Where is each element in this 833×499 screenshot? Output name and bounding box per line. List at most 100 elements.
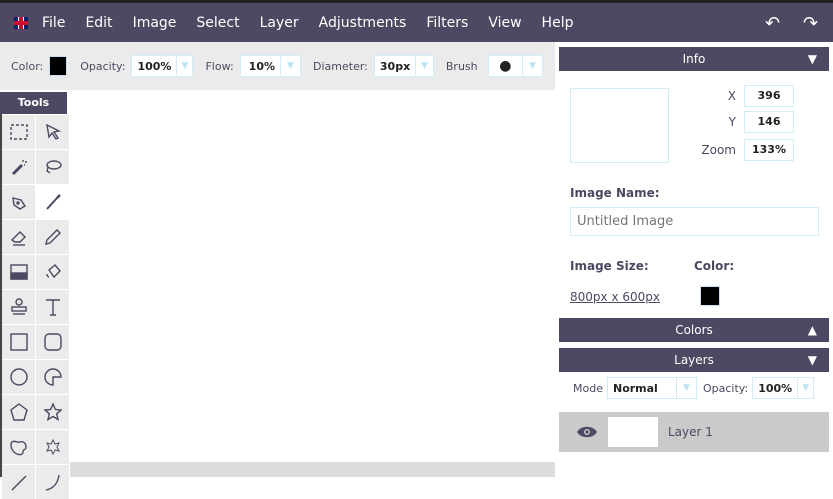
opacity-label: Opacity: (80, 59, 126, 73)
menu-filters[interactable]: Filters (426, 15, 468, 31)
mode-label: Mode (573, 381, 603, 395)
layer-thumbnail (608, 417, 658, 447)
menu-layer[interactable]: Layer (260, 15, 299, 31)
tool-lasso[interactable] (36, 150, 69, 184)
brush-circle-icon: ● (499, 58, 512, 74)
tools-title: Tools (0, 92, 67, 114)
menu-help[interactable]: Help (542, 15, 574, 31)
layers-title: Layers (674, 353, 714, 367)
tool-blob[interactable] (2, 430, 35, 464)
circle-icon (9, 368, 28, 386)
x-label: X (727, 89, 736, 103)
tool-select[interactable] (2, 115, 35, 149)
curve-icon (45, 474, 60, 491)
chevron-down-icon: ▼ (522, 56, 542, 76)
image-size-link[interactable]: 800px x 600px (570, 290, 660, 304)
menu-select[interactable]: Select (196, 15, 239, 31)
chevron-down-icon: ▼ (415, 56, 433, 76)
tool-gradient[interactable] (2, 255, 35, 289)
flow-value: 10% (248, 59, 276, 73)
flow-select[interactable]: 10% ▼ (239, 55, 302, 77)
tool-star[interactable] (36, 395, 69, 429)
menubar: File Edit Image Select Layer Adjustments… (0, 3, 833, 42)
paint-bucket-icon (45, 264, 61, 279)
tool-pencil[interactable] (36, 220, 69, 254)
stamp-icon (10, 298, 27, 315)
layer-opacity-label: Opacity: (702, 381, 749, 395)
tool-pointer[interactable] (36, 115, 69, 149)
layer-name: Layer 1 (668, 425, 713, 439)
menu-adjustments[interactable]: Adjustments (319, 15, 407, 31)
tool-rounded-rectangle[interactable] (36, 325, 69, 359)
collapse-down-icon[interactable]: ▼ (808, 348, 817, 372)
tool-brush[interactable] (36, 185, 69, 219)
chevron-down-icon: ▼ (675, 378, 696, 398)
eye-icon[interactable] (576, 425, 598, 439)
tool-pentagon[interactable] (2, 395, 35, 429)
y-label: Y (728, 115, 736, 129)
menu-edit[interactable]: Edit (85, 15, 112, 31)
collapse-down-icon[interactable]: ▼ (808, 47, 817, 71)
tool-text[interactable] (36, 290, 69, 324)
tool-magic-wand[interactable] (2, 150, 35, 184)
pencil-icon (44, 229, 61, 245)
x-value: 396 (744, 85, 794, 107)
rectangle-icon (9, 333, 28, 351)
blend-mode-select[interactable]: Normal ▼ (606, 377, 697, 399)
chevron-down-icon: ▼ (280, 56, 300, 76)
colors-title: Colors (675, 323, 713, 337)
brush-icon (45, 194, 61, 210)
flow-label: Flow: (205, 59, 234, 73)
opacity-select[interactable]: 100% ▼ (131, 55, 194, 77)
layer-options: Mode Normal ▼ Opacity: 100% ▼ (559, 377, 829, 399)
menu-view[interactable]: View (488, 15, 521, 31)
image-name-label: Image Name: (570, 186, 660, 200)
uk-flag-icon[interactable] (14, 16, 28, 29)
tool-rectangle[interactable] (2, 325, 35, 359)
right-panel: Info ▼ X 396 Y 146 Zoom 133% Image Name: Ima… (559, 47, 829, 452)
pie-icon (43, 368, 62, 386)
color-swatch[interactable] (49, 56, 68, 76)
info-panel-header[interactable]: Info ▼ (559, 47, 829, 71)
gradient-icon (9, 264, 28, 280)
marquee-select-icon (9, 124, 28, 140)
collapse-up-icon[interactable]: ▲ (808, 318, 817, 342)
tool-fill[interactable] (36, 255, 69, 289)
layer-item[interactable]: Layer 1 (559, 412, 829, 452)
menu-image[interactable]: Image (133, 15, 177, 31)
tool-pen[interactable] (2, 185, 35, 219)
tool-stamp[interactable] (2, 290, 35, 324)
color-swatch[interactable] (700, 286, 720, 306)
undo-icon[interactable]: ↶ (765, 13, 780, 34)
diameter-select[interactable]: 30px ▼ (373, 55, 434, 77)
burst-star-icon (45, 438, 60, 456)
tool-ellipse[interactable] (2, 360, 35, 394)
brush-select[interactable]: ● ▼ (487, 55, 543, 77)
tool-burst[interactable] (36, 430, 69, 464)
layer-opacity-select[interactable]: 100% ▼ (752, 377, 815, 399)
y-coord: Y 146 (689, 111, 794, 133)
y-value: 146 (744, 111, 794, 133)
tool-eraser[interactable] (2, 220, 35, 254)
tool-options-bar: Color: Opacity: 100% ▼ Flow: 10% ▼ Diamete… (0, 42, 555, 90)
zoom-label: Zoom (701, 143, 736, 157)
colors-panel-header[interactable]: Colors ▲ (559, 318, 829, 342)
tool-curve[interactable] (36, 465, 69, 499)
zoom-value: 133% (744, 139, 794, 161)
redo-icon[interactable]: ↷ (803, 13, 818, 34)
drawing-canvas[interactable] (70, 90, 555, 462)
x-coord: X 396 (689, 85, 794, 107)
color-label: Color: (11, 59, 44, 73)
tool-pie[interactable] (36, 360, 69, 394)
tools-panel (2, 115, 69, 499)
blob-icon (9, 440, 27, 456)
mode-value: Normal (612, 381, 658, 395)
menu-file[interactable]: File (42, 15, 65, 31)
line-icon (11, 475, 26, 491)
layers-panel-header[interactable]: Layers ▼ (559, 348, 829, 372)
image-name-input[interactable] (570, 207, 819, 236)
text-icon (45, 299, 60, 316)
tool-line[interactable] (2, 465, 35, 499)
horizontal-scrollbar[interactable] (70, 462, 555, 477)
brush-label: Brush (445, 59, 478, 73)
